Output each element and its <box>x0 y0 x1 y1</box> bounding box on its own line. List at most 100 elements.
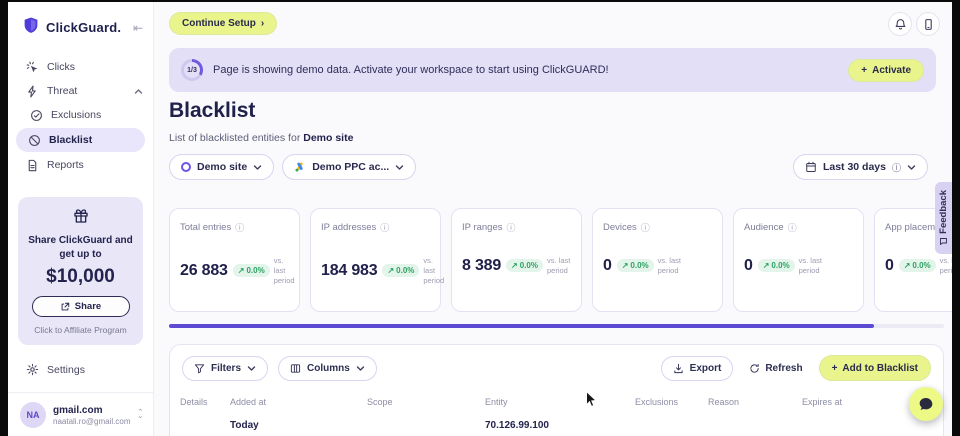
stat-value: 0 <box>885 257 894 275</box>
sidebar-item-label: Reports <box>47 159 84 171</box>
sidebar-nav: Clicks Threat Exclusions Blacklist Repor… <box>8 55 153 177</box>
sidebar-item-label: Exclusions <box>51 109 101 121</box>
export-label: Export <box>690 363 722 374</box>
cell-scope <box>367 420 485 431</box>
col-scope[interactable]: Scope <box>367 397 485 407</box>
columns-label: Columns <box>307 363 350 374</box>
col-exclusions[interactable]: Exclusions <box>635 397 708 407</box>
sidebar-item-exclusions[interactable]: Exclusions <box>8 103 153 127</box>
block-icon <box>28 134 41 147</box>
cell-reason <box>708 420 802 431</box>
trend-value: 0.0% <box>520 261 538 270</box>
share-button[interactable]: Share <box>32 296 130 317</box>
promo-title: Share ClickGuard and get up to <box>26 234 135 261</box>
cell-expires-at <box>802 420 943 431</box>
trend-value: 0.0% <box>246 266 264 275</box>
add-to-blacklist-button[interactable]: + Add to Blacklist <box>819 355 931 381</box>
app-name: ClickGuard. <box>46 20 121 35</box>
info-icon[interactable]: ⓘ <box>380 221 389 234</box>
share-button-label: Share <box>75 301 101 312</box>
trend-up-icon: ↗ <box>904 261 911 270</box>
subtitle-entity: Demo site <box>303 132 353 144</box>
chevron-down-icon <box>247 365 256 372</box>
columns-button[interactable]: Columns <box>278 356 377 381</box>
main-content: Continue Setup › 1/3 Page is showing dem… <box>155 2 952 436</box>
funnel-icon <box>194 363 205 374</box>
check-circle-icon <box>30 109 43 122</box>
site-icon <box>181 162 191 172</box>
affiliate-link[interactable]: Click to Affiliate Program <box>26 325 135 335</box>
horizontal-scrollbar-thumb[interactable] <box>169 324 874 328</box>
horizontal-scrollbar-track <box>169 324 944 328</box>
stat-card-total-entries: Total entriesⓘ 26 883 ↗0.0%vs. last peri… <box>169 208 300 312</box>
site-selector[interactable]: Demo site <box>169 154 274 180</box>
continue-setup-label: Continue Setup <box>182 18 256 29</box>
stats-row: Total entriesⓘ 26 883 ↗0.0%vs. last peri… <box>169 208 952 318</box>
stat-value: 26 883 <box>180 262 228 280</box>
info-icon[interactable]: ⓘ <box>641 221 650 234</box>
stat-label: IP ranges <box>462 222 503 233</box>
activate-button[interactable]: + Activate <box>848 59 924 82</box>
site-selector-value: Demo site <box>197 161 247 173</box>
sidebar-item-reports[interactable]: Reports <box>8 153 153 177</box>
info-icon[interactable]: ⓘ <box>788 221 797 234</box>
user-name: gmail.com <box>53 405 130 417</box>
col-entity[interactable]: Entity <box>485 397 635 407</box>
scope-selectors: Demo site Demo PPC ac... <box>169 154 416 180</box>
logo-row: ClickGuard. ⇤ <box>8 2 153 49</box>
document-icon <box>26 159 39 172</box>
trend-up-icon: ↗ <box>763 261 770 270</box>
col-added-at[interactable]: Added at <box>230 397 367 407</box>
sidebar: ClickGuard. ⇤ Clicks Threat Exclusions B… <box>8 2 154 436</box>
stat-label: Devices <box>603 222 637 233</box>
clickguard-app: ClickGuard. ⇤ Clicks Threat Exclusions B… <box>8 2 952 436</box>
ppc-account-selector[interactable]: Demo PPC ac... <box>282 154 416 180</box>
stat-value: 8 389 <box>462 257 501 275</box>
period-label: vs. last period <box>799 256 835 276</box>
page-title: Blacklist <box>169 99 255 123</box>
trend-value: 0.0% <box>912 261 930 270</box>
account-switcher-icon[interactable]: ⌃⌄ <box>137 411 145 419</box>
trend-value: 0.0% <box>396 266 414 275</box>
blacklist-table-card: Filters Columns Export Refresh <box>169 344 944 436</box>
sidebar-item-settings[interactable]: Settings <box>8 363 153 376</box>
sidebar-item-blacklist[interactable]: Blacklist <box>16 128 145 152</box>
user-account[interactable]: NA gmail.com naatali.ro@gmail.com ⌃⌄ <box>8 393 153 436</box>
trend-badge: ↗0.0% <box>758 259 795 272</box>
trend-up-icon: ↗ <box>511 261 518 270</box>
info-icon[interactable]: ⓘ <box>235 221 244 234</box>
trend-badge: ↗0.0% <box>506 259 543 272</box>
chevron-right-icon: › <box>261 18 264 29</box>
chevron-down-icon <box>356 365 365 372</box>
chevron-up-icon <box>134 88 143 95</box>
sidebar-item-clicks[interactable]: Clicks <box>8 55 153 79</box>
filters-button[interactable]: Filters <box>182 356 268 381</box>
sidebar-item-threat[interactable]: Threat <box>8 79 153 103</box>
calendar-icon <box>805 161 817 173</box>
activate-label: Activate <box>872 65 911 76</box>
date-range-selector[interactable]: Last 30 days ⓘ <box>793 154 928 180</box>
stat-card-devices: Devicesⓘ 0 ↗0.0%vs. last period <box>592 208 723 312</box>
period-label: vs. last period <box>940 256 952 276</box>
download-icon <box>673 363 684 374</box>
col-details[interactable]: Details <box>180 397 230 407</box>
col-reason[interactable]: Reason <box>708 397 802 407</box>
device-button[interactable] <box>916 12 940 36</box>
chat-launcher-button[interactable] <box>909 387 943 421</box>
period-label: vs. last period <box>658 256 694 276</box>
user-email: naatali.ro@gmail.com <box>53 417 130 426</box>
plus-icon: + <box>832 363 838 374</box>
period-label: vs. last period <box>274 256 295 285</box>
export-button[interactable]: Export <box>661 356 734 381</box>
avatar: NA <box>20 402 46 428</box>
refresh-button[interactable]: Refresh <box>749 363 802 374</box>
continue-setup-button[interactable]: Continue Setup › <box>169 12 277 35</box>
notifications-button[interactable] <box>888 12 912 36</box>
feedback-tab[interactable]: Feedback <box>935 182 952 254</box>
banner-message: Page is showing demo data. Activate your… <box>213 64 609 76</box>
refresh-icon <box>749 363 760 374</box>
table-row[interactable]: Today 70.126.99.100 <box>170 420 943 431</box>
info-icon[interactable]: ⓘ <box>507 221 516 234</box>
filters-label: Filters <box>211 363 241 374</box>
collapse-sidebar-icon[interactable]: ⇤ <box>133 21 143 35</box>
